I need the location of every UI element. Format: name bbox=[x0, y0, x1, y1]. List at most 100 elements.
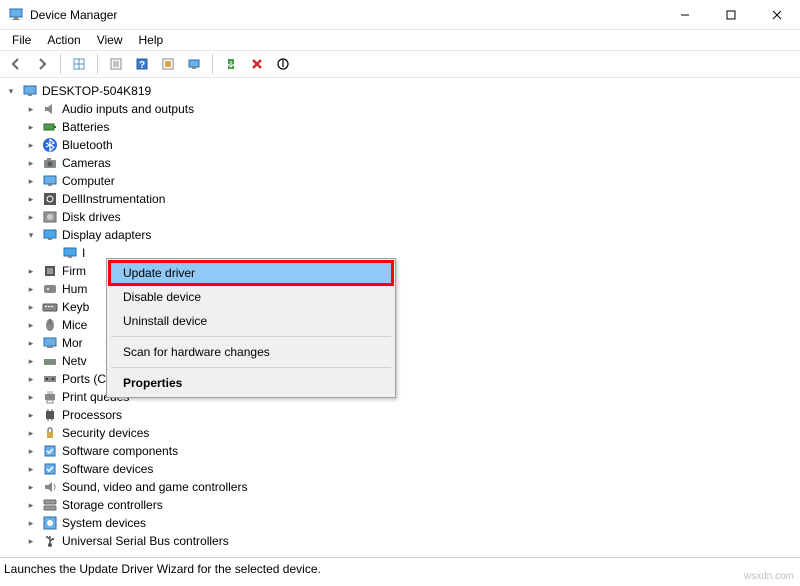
help-button[interactable]: ? bbox=[130, 52, 154, 76]
disable-button[interactable] bbox=[271, 52, 295, 76]
chevron-right-icon[interactable]: ▸ bbox=[24, 318, 38, 332]
properties-button[interactable] bbox=[104, 52, 128, 76]
chevron-right-icon[interactable]: ▸ bbox=[24, 138, 38, 152]
tree-category-label: Storage controllers bbox=[62, 498, 163, 512]
tree-category-label: Batteries bbox=[62, 120, 109, 134]
show-hidden-button[interactable] bbox=[67, 52, 91, 76]
chevron-right-icon[interactable]: ▸ bbox=[24, 282, 38, 296]
forward-button[interactable] bbox=[30, 52, 54, 76]
tree-category-label: Security devices bbox=[62, 426, 149, 440]
toolbar-separator bbox=[97, 54, 98, 74]
monitor-icon bbox=[42, 335, 58, 351]
svg-text:?: ? bbox=[139, 60, 145, 71]
bluetooth-icon bbox=[42, 137, 58, 153]
tree-root[interactable]: ▾ DESKTOP-504K819 bbox=[0, 82, 800, 100]
chevron-right-icon[interactable]: ▸ bbox=[24, 300, 38, 314]
disk-icon bbox=[42, 209, 58, 225]
tree-category-label: Software devices bbox=[62, 462, 153, 476]
chevron-right-icon[interactable]: ▸ bbox=[24, 102, 38, 116]
speaker-icon bbox=[42, 101, 58, 117]
tree-category-label: Processors bbox=[62, 408, 122, 422]
chevron-right-icon[interactable]: ▸ bbox=[24, 516, 38, 530]
window-title: Device Manager bbox=[30, 8, 662, 22]
tree-category[interactable]: ▸ Software components bbox=[0, 442, 800, 460]
tree-category[interactable]: ▾ Display adapters bbox=[0, 226, 800, 244]
tree-category[interactable]: ▸ Universal Serial Bus controllers bbox=[0, 532, 800, 550]
chevron-right-icon[interactable]: ▸ bbox=[24, 336, 38, 350]
chevron-right-icon[interactable]: ▸ bbox=[24, 444, 38, 458]
chevron-right-icon[interactable]: ▸ bbox=[24, 498, 38, 512]
ctx-update-driver[interactable]: Update driver bbox=[109, 261, 393, 285]
menu-file[interactable]: File bbox=[4, 31, 39, 49]
chevron-right-icon[interactable]: ▸ bbox=[24, 534, 38, 548]
tree-category[interactable]: ▸ Security devices bbox=[0, 424, 800, 442]
tree-category[interactable]: ▸ Storage controllers bbox=[0, 496, 800, 514]
update-driver-button[interactable] bbox=[219, 52, 243, 76]
menu-view[interactable]: View bbox=[89, 31, 131, 49]
chevron-right-icon[interactable]: ▸ bbox=[24, 174, 38, 188]
ctx-scan-hardware[interactable]: Scan for hardware changes bbox=[109, 340, 393, 364]
status-text: Launches the Update Driver Wizard for th… bbox=[4, 562, 321, 576]
chevron-right-icon[interactable]: ▸ bbox=[24, 156, 38, 170]
tree-category[interactable]: ▸ System devices bbox=[0, 514, 800, 532]
chevron-right-icon[interactable]: ▸ bbox=[24, 210, 38, 224]
tree-root-label: DESKTOP-504K819 bbox=[42, 84, 151, 98]
uninstall-button[interactable] bbox=[245, 52, 269, 76]
chevron-right-icon[interactable]: ▸ bbox=[24, 408, 38, 422]
tree-category-label: Software components bbox=[62, 444, 178, 458]
close-button[interactable] bbox=[754, 0, 800, 30]
tree-category[interactable]: ▸Computer bbox=[0, 172, 800, 190]
tree-category[interactable]: ▸ Software devices bbox=[0, 460, 800, 478]
keyboard-icon bbox=[42, 299, 58, 315]
camera-icon bbox=[42, 155, 58, 171]
context-menu: Update driver Disable device Uninstall d… bbox=[106, 258, 396, 398]
tree-category[interactable]: ▸ Batteries bbox=[0, 118, 800, 136]
chevron-right-icon[interactable]: ▸ bbox=[24, 372, 38, 386]
tree-category-label: Universal Serial Bus controllers bbox=[62, 534, 229, 548]
minimize-button[interactable] bbox=[662, 0, 708, 30]
tree-category[interactable]: ▸ Sound, video and game controllers bbox=[0, 478, 800, 496]
tree-category-label: Display adapters bbox=[62, 228, 151, 242]
hid-icon bbox=[42, 281, 58, 297]
ctx-properties[interactable]: Properties bbox=[109, 371, 393, 395]
chevron-down-icon[interactable]: ▾ bbox=[4, 84, 18, 98]
chevron-right-icon[interactable]: ▸ bbox=[24, 192, 38, 206]
action-button[interactable] bbox=[156, 52, 180, 76]
computer-icon bbox=[42, 173, 58, 189]
tree-category[interactable]: ▸Disk drives bbox=[0, 208, 800, 226]
ctx-disable-device[interactable]: Disable device bbox=[109, 285, 393, 309]
chevron-right-icon[interactable]: ▸ bbox=[24, 390, 38, 404]
back-button[interactable] bbox=[4, 52, 28, 76]
scan-button[interactable] bbox=[182, 52, 206, 76]
tree-category-label: DellInstrumentation bbox=[62, 192, 165, 206]
ctx-uninstall-device[interactable]: Uninstall device bbox=[109, 309, 393, 333]
dell-icon bbox=[42, 191, 58, 207]
software-icon bbox=[42, 461, 58, 477]
chevron-right-icon[interactable]: ▸ bbox=[24, 426, 38, 440]
menu-help[interactable]: Help bbox=[131, 31, 172, 49]
tree-category[interactable]: ▸ Audio inputs and outputs bbox=[0, 100, 800, 118]
chevron-right-icon[interactable]: ▸ bbox=[24, 480, 38, 494]
tree-category-label: Mice bbox=[62, 318, 87, 332]
tree-category[interactable]: ▸ DellInstrumentation bbox=[0, 190, 800, 208]
chevron-right-icon[interactable]: ▸ bbox=[24, 354, 38, 368]
tree-category-label: Audio inputs and outputs bbox=[62, 102, 194, 116]
chevron-right-icon[interactable]: ▸ bbox=[24, 264, 38, 278]
computer-icon bbox=[22, 83, 38, 99]
chevron-right-icon[interactable]: ▸ bbox=[24, 462, 38, 476]
menu-action[interactable]: Action bbox=[39, 31, 88, 49]
maximize-button[interactable] bbox=[708, 0, 754, 30]
chevron-right-icon[interactable]: ▸ bbox=[24, 120, 38, 134]
tree-category-label: System devices bbox=[62, 516, 146, 530]
tree-category-label: Keyb bbox=[62, 300, 89, 314]
chevron-down-icon[interactable]: ▾ bbox=[24, 228, 38, 242]
titlebar: Device Manager bbox=[0, 0, 800, 30]
tree-category[interactable]: ▸Bluetooth bbox=[0, 136, 800, 154]
tree-category[interactable]: ▸Cameras bbox=[0, 154, 800, 172]
tree-category-label: Sound, video and game controllers bbox=[62, 480, 247, 494]
tree-category[interactable]: ▸ Processors bbox=[0, 406, 800, 424]
tree-device-label: I bbox=[82, 246, 85, 260]
system-icon bbox=[42, 515, 58, 531]
window-controls bbox=[662, 0, 800, 30]
watermark: wsxdn.com bbox=[744, 571, 794, 582]
